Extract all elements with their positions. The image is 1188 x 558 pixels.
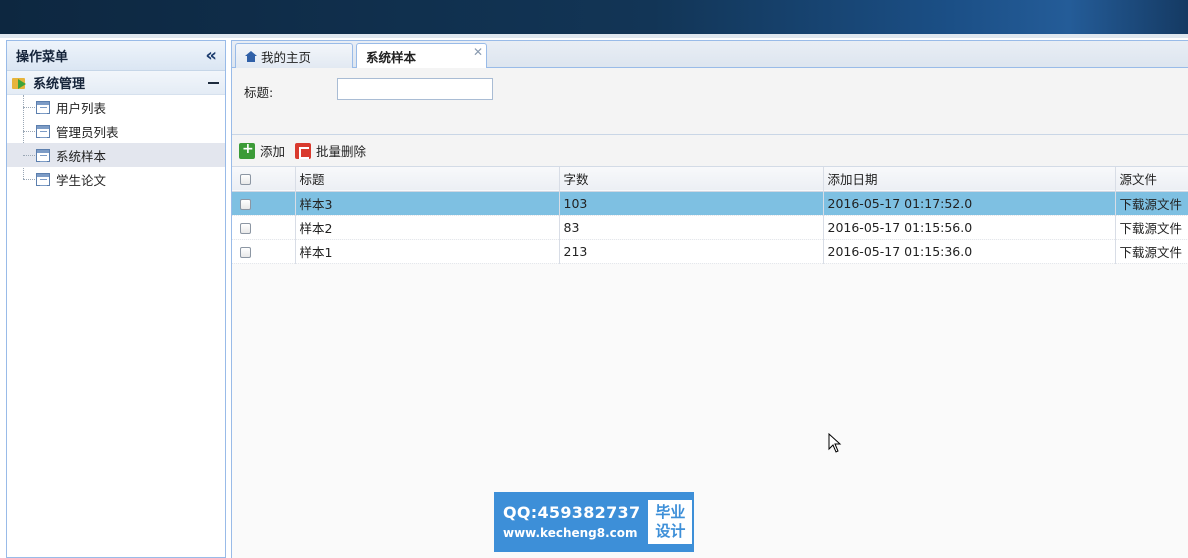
toolbar: 添加 批量删除 xyxy=(232,135,1188,167)
close-icon[interactable]: ✕ xyxy=(473,45,483,59)
table-icon xyxy=(36,148,50,162)
sidebar-group-title: 系统管理 xyxy=(33,77,86,92)
column-header-words[interactable]: 字数 xyxy=(559,167,824,191)
cell-words: 213 xyxy=(559,239,824,263)
column-header-file[interactable]: 源文件 xyxy=(1115,167,1188,191)
sidebar-item-label: 学生论文 xyxy=(56,172,107,188)
table-row[interactable]: 样本3 103 2016-05-17 01:17:52.0 下载源文件 xyxy=(232,191,1188,215)
select-all-cell[interactable] xyxy=(232,167,296,191)
title-label: 标题: xyxy=(244,85,274,100)
sidebar-item-label: 系统样本 xyxy=(56,148,107,164)
sidebar-tree: 用户列表 管理员列表 系统样本 学生论文 xyxy=(7,95,225,191)
cell-date: 2016-05-17 01:17:52.0 xyxy=(823,191,1116,215)
table-icon xyxy=(36,172,50,186)
cell-words: 83 xyxy=(559,215,824,239)
tab-bar: 我的主页 系统样本 ✕ xyxy=(232,41,1188,69)
data-grid: 标题 字数 添加日期 源文件 样本3 103 2016-05-17 01:17:… xyxy=(232,167,1188,264)
sidebar-header: 操作菜单 « xyxy=(7,41,225,71)
watermark-badge-line1: 毕业 xyxy=(655,503,686,521)
cell-title: 样本3 xyxy=(295,191,560,215)
table-icon xyxy=(36,124,50,138)
watermark-badge-line2: 设计 xyxy=(655,522,686,540)
batch-delete-button[interactable]: 批量删除 xyxy=(295,141,366,160)
home-icon xyxy=(245,50,257,62)
cell-title: 样本1 xyxy=(295,239,560,263)
sidebar-item-label: 管理员列表 xyxy=(56,124,119,140)
table-header-row: 标题 字数 添加日期 源文件 xyxy=(232,167,1188,191)
sidebar-group-header[interactable]: 系统管理 xyxy=(7,71,225,95)
add-button[interactable]: 添加 xyxy=(239,141,285,160)
title-search-input[interactable] xyxy=(337,78,493,100)
row-checkbox[interactable] xyxy=(240,198,251,210)
table-row[interactable]: 样本1 213 2016-05-17 01:15:36.0 下载源文件 xyxy=(232,239,1188,263)
tab-label: 我的主页 xyxy=(261,49,312,65)
row-checkbox-cell[interactable] xyxy=(232,239,296,263)
sidebar-item-system-sample[interactable]: 系统样本 xyxy=(7,143,225,167)
tab-home[interactable]: 我的主页 xyxy=(235,43,353,68)
cell-date: 2016-05-17 01:15:36.0 xyxy=(823,239,1116,263)
watermark-text: QQ:459382737 www.kecheng8.com xyxy=(503,502,640,542)
sidebar-item-student-paper[interactable]: 学生论文 xyxy=(7,167,225,191)
sidebar: 操作菜单 « 系统管理 用户列表 管理员列表 系统样本 学生论文 xyxy=(6,40,226,558)
watermark-qq: QQ:459382737 xyxy=(503,503,641,522)
row-checkbox[interactable] xyxy=(240,222,251,234)
column-header-title[interactable]: 标题 xyxy=(295,167,560,191)
table-row[interactable]: 样本2 83 2016-05-17 01:15:56.0 下载源文件 xyxy=(232,215,1188,239)
row-checkbox-cell[interactable] xyxy=(232,215,296,239)
watermark-site: www.kecheng8.com xyxy=(503,526,638,540)
table-icon xyxy=(36,100,50,114)
download-file-link[interactable]: 下载源文件 xyxy=(1115,239,1188,263)
select-all-checkbox[interactable] xyxy=(240,174,251,186)
top-banner xyxy=(0,0,1188,34)
folder-arrow-icon xyxy=(12,76,28,90)
download-file-link[interactable]: 下载源文件 xyxy=(1115,191,1188,215)
main-panel: 我的主页 系统样本 ✕ 标题: 添加 批量删除 xyxy=(231,40,1188,558)
download-file-link[interactable]: 下载源文件 xyxy=(1115,215,1188,239)
banner-strip xyxy=(0,34,1188,38)
tab-system-sample[interactable]: 系统样本 ✕ xyxy=(356,43,487,69)
tab-label: 系统样本 xyxy=(366,50,417,65)
row-checkbox-cell[interactable] xyxy=(232,191,296,215)
column-header-date[interactable]: 添加日期 xyxy=(823,167,1116,191)
collapse-minus-icon[interactable] xyxy=(208,81,219,84)
add-label: 添加 xyxy=(260,144,286,159)
cell-title: 样本2 xyxy=(295,215,560,239)
cell-words: 103 xyxy=(559,191,824,215)
row-checkbox[interactable] xyxy=(240,246,251,258)
batch-delete-label: 批量删除 xyxy=(316,144,367,159)
add-icon xyxy=(239,141,255,159)
sidebar-item-user-list[interactable]: 用户列表 xyxy=(7,95,225,119)
sidebar-item-admin-list[interactable]: 管理员列表 xyxy=(7,119,225,143)
double-chevron-left-icon[interactable]: « xyxy=(205,46,217,65)
search-panel: 标题: xyxy=(232,68,1188,135)
sidebar-group-label: 系统管理 xyxy=(12,73,85,92)
delete-icon xyxy=(295,142,312,159)
watermark-badge: 毕业 设计 xyxy=(648,500,693,544)
watermark: QQ:459382737 www.kecheng8.com 毕业 设计 xyxy=(494,492,694,552)
cell-date: 2016-05-17 01:15:56.0 xyxy=(823,215,1116,239)
sidebar-item-label: 用户列表 xyxy=(56,100,107,116)
sidebar-title: 操作菜单 xyxy=(16,50,69,65)
